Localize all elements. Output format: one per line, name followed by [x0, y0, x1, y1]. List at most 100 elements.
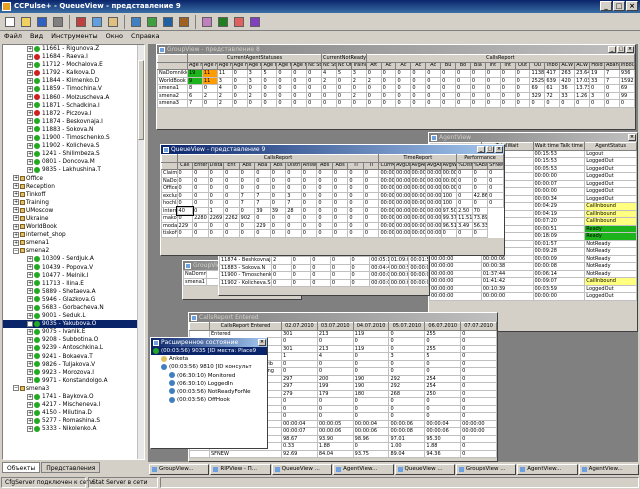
tree-item[interactable]: +9923 - Morozova.I — [3, 369, 144, 377]
action-icon[interactable] — [232, 15, 246, 29]
column-header[interactable]: Age nts W — [201, 61, 218, 70]
table-row[interactable]: WorldBook 9 11 3 0 3 0 0 0 0 2 0 2 2 0 0 0 0 0 0 0 0 0 0 2525 639… — [157, 76, 635, 85]
expand-toggle[interactable]: + — [27, 69, 33, 76]
close-button[interactable]: × — [495, 146, 503, 153]
table-row[interactable]: exclusivebook000077030000000:00:0500:00:… — [161, 191, 504, 200]
tree-item[interactable]: +5889 - Shetaeva.A — [3, 288, 144, 296]
column-header[interactable]: AvgWait — [440, 161, 458, 170]
expand-toggle[interactable]: + — [27, 126, 33, 133]
expand-toggle[interactable]: + — [13, 223, 19, 230]
expand-toggle[interactable]: + — [13, 239, 19, 246]
column-header[interactable]: Ti — [362, 161, 380, 170]
column-header[interactable]: Age nts Ag — [276, 61, 293, 70]
filter-icon[interactable] — [177, 15, 191, 29]
expand-toggle[interactable]: + — [27, 102, 33, 109]
column-header[interactable]: Abs — [238, 161, 256, 170]
tree-item[interactable]: +11661 - Rigunova.Z — [3, 45, 144, 53]
print-icon[interactable] — [51, 15, 65, 29]
tree-item[interactable]: + UMoscow — [3, 207, 144, 215]
table-row[interactable]: 11900 - Timoschenko.S0000000:00:0000:00:… — [219, 271, 429, 280]
expand-toggle[interactable]: + — [13, 191, 19, 198]
column-header[interactable]: Age nts Bus — [216, 61, 233, 70]
expand-toggle[interactable]: + — [13, 207, 19, 214]
column-header[interactable]: Aba — [254, 161, 271, 170]
column-header[interactable]: Inbound in 30 sec — [618, 61, 635, 70]
date-column-header[interactable]: 06.07.2010 — [424, 322, 462, 331]
chart-icon[interactable] — [145, 15, 159, 29]
tree-item[interactable]: + Office — [3, 175, 144, 183]
tree-item[interactable]: +11900 - Timoschenko.S — [3, 134, 144, 142]
table-row[interactable]: internetshop4001003939280000000:00:2400:… — [161, 206, 504, 216]
tree-item[interactable]: + Tinkoff — [3, 191, 144, 199]
table-row[interactable]: 00:00:00 00:10:39 00:03:59 LoggedOut — [429, 284, 637, 293]
expand-toggle[interactable]: + — [13, 183, 19, 190]
tree-item[interactable]: +0801 - Doncova.M — [3, 158, 144, 166]
expand-toggle[interactable]: + — [27, 53, 33, 60]
expand-toggle[interactable]: + — [27, 272, 33, 279]
tree-item[interactable]: +11874 - Beskovnaja.I — [3, 118, 144, 126]
table-row[interactable]: hochland000077070000000:00:0000:00:2600:… — [161, 199, 504, 208]
column-header[interactable]: Out — [514, 61, 531, 70]
column-header[interactable]: Ou — [529, 61, 546, 70]
table-row[interactable]: Office000000000000000:00:0000:00:0000:00… — [161, 184, 504, 193]
column-header[interactable]: Bla — [469, 61, 486, 70]
cut-icon[interactable] — [74, 15, 88, 29]
state-item[interactable]: (00:03:56) OffHook — [151, 396, 267, 404]
column-header[interactable]: Answ — [300, 161, 318, 170]
maximize-button[interactable]: □ — [617, 46, 625, 53]
taskbar-window-button[interactable]: QueueView ... — [394, 464, 455, 475]
taskbar-window-button[interactable]: GroupView... — [149, 464, 210, 475]
tree-item[interactable]: +1241 - Shilimbeza.S — [3, 150, 144, 158]
group-view-window[interactable]: GroupView - представление 8 _ □ × CurrentAg… — [156, 44, 636, 130]
expand-toggle[interactable]: + — [27, 328, 33, 335]
tree-item[interactable]: +11872 - Piczova.I — [3, 110, 144, 118]
table-row[interactable]: 11902 - Kolicheva.S0000000:00:0000:00:00… — [219, 278, 429, 287]
tree-item[interactable]: + internet_shop — [3, 231, 144, 239]
expand-toggle[interactable]: + — [13, 199, 19, 206]
tree-item[interactable]: − smena3 — [3, 385, 144, 393]
expand-toggle[interactable]: − — [13, 385, 19, 392]
expand-toggle[interactable]: + — [27, 288, 33, 295]
wizard-icon[interactable] — [200, 15, 214, 29]
column-header[interactable]: Wait time Talk time — [532, 142, 586, 151]
column-header[interactable]: AvgAnswe — [425, 161, 442, 170]
queue-view-window[interactable]: QueueView - представление 9 _ □ × CallsRepo… — [160, 144, 505, 256]
state-item[interactable]: (00:03:56) 9810 [ID консульт — [151, 363, 267, 371]
tree-item[interactable]: + WorldBook — [3, 223, 144, 231]
state-item[interactable]: Anketa — [151, 355, 267, 363]
tree-item[interactable]: + Training — [3, 199, 144, 207]
expand-toggle[interactable]: + — [27, 94, 33, 101]
expand-toggle[interactable]: + — [27, 296, 33, 303]
close-button[interactable]: × — [258, 339, 266, 346]
column-header[interactable]: AvgAbando — [409, 161, 427, 170]
expand-toggle[interactable]: + — [27, 150, 33, 157]
column-header[interactable]: Ac — [425, 61, 442, 70]
state-item[interactable]: (00:03:56) 9035 [ID места: Place9 — [151, 347, 267, 356]
tree-item[interactable]: +11844 - Klimenko.D — [3, 77, 144, 85]
expand-toggle[interactable]: + — [27, 264, 33, 271]
column-header[interactable]: Ti — [347, 161, 364, 170]
column-header[interactable]: Int — [484, 61, 501, 70]
column-header[interactable]: Nc Stk — [321, 61, 337, 70]
new-icon[interactable] — [3, 15, 17, 29]
expand-toggle[interactable]: + — [13, 231, 19, 238]
table-row[interactable]: Claims000000000000000:00:0000:00:0000:00… — [161, 169, 504, 178]
table-row[interactable]: modaprint2290000229000000000:00:0500:00:… — [161, 221, 504, 230]
tab-views[interactable]: Представления — [41, 462, 101, 473]
taskbar-window-button[interactable]: AgentView... — [578, 464, 639, 475]
copy-icon[interactable] — [90, 15, 104, 29]
table-row[interactable]: 00:00:00 01:37:44 00:06:14 NotReady — [429, 269, 637, 278]
tree-item[interactable]: +9971 - Konstandolgo.A — [3, 377, 144, 385]
column-header[interactable]: Bu — [440, 61, 457, 70]
column-header[interactable]: Ent — [223, 161, 240, 170]
column-header[interactable]: Dista — [207, 161, 225, 170]
column-header[interactable]: Abs — [316, 161, 333, 170]
column-header[interactable]: Abandon — [603, 61, 620, 70]
tree-item[interactable]: +5333 - Nikolenko.A — [3, 425, 144, 433]
expand-toggle[interactable]: + — [27, 77, 33, 84]
column-header[interactable]: Aft — [365, 61, 382, 70]
column-header[interactable]: Ac — [380, 61, 397, 70]
tree-item[interactable]: +5946 - Glazkova.G — [3, 296, 144, 304]
expand-toggle[interactable]: + — [27, 353, 33, 360]
expand-toggle[interactable]: + — [27, 158, 33, 165]
